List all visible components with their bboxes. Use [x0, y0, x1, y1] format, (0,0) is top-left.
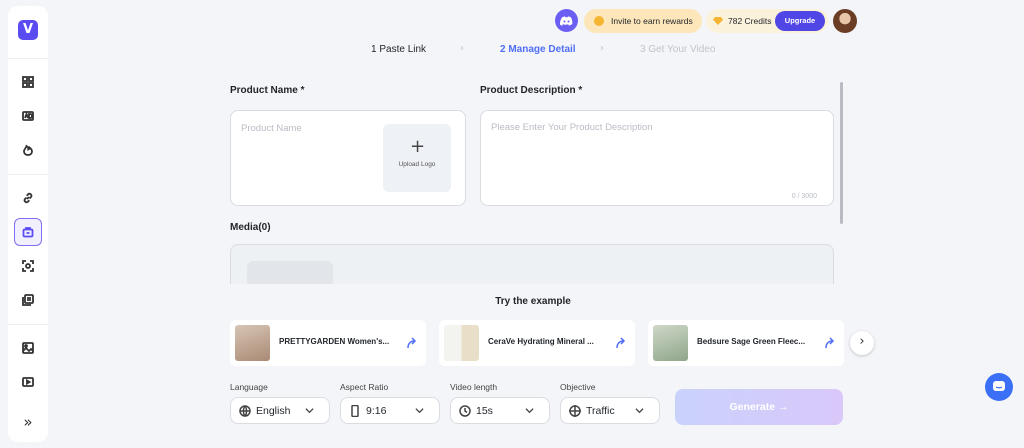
objective-value: Traffic	[586, 404, 615, 417]
sidebar-divider	[8, 58, 48, 59]
char-count: 0 / 3000	[791, 193, 817, 200]
example-card[interactable]: PRETTYGARDEN Women's...	[230, 320, 426, 366]
upload-logo-button[interactable]: + Upload Logo	[383, 124, 451, 192]
chat-icon	[993, 381, 1005, 391]
crosshair-icon	[569, 404, 581, 417]
upgrade-button[interactable]: Upgrade	[775, 11, 825, 31]
chevron-down-icon	[635, 408, 644, 414]
credits-label: 782 Credits	[728, 16, 772, 26]
generate-button[interactable]: Generate →	[675, 389, 843, 425]
generate-panel: Try the example PRETTYGARDEN Women's... …	[210, 284, 874, 448]
sidebar-item-scan[interactable]	[16, 254, 40, 278]
step-get-video: 3 Get Your Video	[640, 44, 716, 55]
product-thumbnail	[235, 325, 270, 361]
product-thumbnail	[444, 325, 479, 361]
language-select[interactable]: English	[230, 397, 330, 424]
example-name: PRETTYGARDEN Women's...	[279, 337, 390, 346]
product-name-input[interactable]: Product Name + Upload Logo	[230, 110, 466, 206]
objective-select[interactable]: Traffic	[560, 397, 660, 424]
chevron-right-icon: ›	[460, 43, 464, 54]
support-chat-button[interactable]	[985, 373, 1013, 401]
step-manage-detail[interactable]: 2 Manage Detail	[500, 44, 576, 55]
ad-icon	[22, 111, 34, 121]
media-label: Media(0)	[230, 222, 271, 233]
product-name-label: Product Name *	[230, 85, 305, 96]
upload-logo-label: Upload Logo	[398, 161, 436, 168]
user-avatar[interactable]	[833, 9, 857, 33]
plus-icon: +	[410, 136, 426, 157]
video-length-value: 15s	[476, 404, 493, 417]
scrollbar[interactable]	[840, 82, 843, 224]
product-description-textarea[interactable]: Please Enter Your Product Description 0 …	[480, 110, 834, 206]
product-description-label: Product Description *	[480, 85, 583, 96]
sidebar-item-ads[interactable]	[16, 104, 40, 128]
invite-label: Invite to earn rewards	[611, 16, 693, 26]
sidebar: V »	[8, 6, 48, 442]
objective-label: Objective	[560, 382, 596, 392]
aspect-ratio-value: 9:16	[366, 404, 387, 417]
aspect-ratio-select[interactable]: 9:16	[340, 397, 440, 424]
media-dropzone[interactable]	[230, 244, 834, 291]
smile-emoji-icon	[594, 16, 604, 26]
globe-icon	[239, 404, 251, 417]
examples-title: Try the example	[495, 296, 571, 307]
example-name: CeraVe Hydrating Mineral ...	[488, 337, 594, 346]
aspect-ratio-label: Aspect Ratio	[340, 382, 389, 392]
chevron-right-icon: ›	[600, 43, 604, 54]
sidebar-divider	[8, 174, 48, 175]
sidebar-divider	[8, 324, 48, 325]
sidebar-item-videos[interactable]	[16, 370, 40, 394]
sidebar-item-documents[interactable]	[16, 288, 40, 312]
phone-icon	[351, 404, 359, 417]
use-example-icon[interactable]	[615, 335, 627, 349]
app-logo[interactable]: V	[18, 20, 38, 40]
chevron-down-icon	[415, 408, 424, 414]
invite-rewards-button[interactable]: Invite to earn rewards	[584, 9, 702, 33]
step-paste-link[interactable]: 1 Paste Link	[371, 44, 426, 55]
product-thumbnail	[653, 325, 688, 361]
language-label: Language	[230, 382, 268, 392]
discord-button[interactable]	[555, 9, 578, 32]
video-length-label: Video length	[450, 382, 498, 392]
chevron-down-icon	[525, 408, 534, 414]
use-example-icon[interactable]	[824, 335, 836, 349]
sidebar-item-link[interactable]	[16, 186, 40, 210]
fire-icon	[23, 144, 33, 156]
use-example-icon[interactable]	[406, 335, 418, 349]
example-card[interactable]: CeraVe Hydrating Mineral ...	[439, 320, 635, 366]
language-value: English	[256, 404, 291, 417]
credits-badge: 782 Credits Upgrade	[706, 9, 828, 33]
sidebar-item-images[interactable]	[16, 336, 40, 360]
sidebar-item-product[interactable]	[14, 218, 42, 246]
image-icon	[22, 342, 34, 354]
example-card[interactable]: Bedsure Sage Green Fleec...	[648, 320, 844, 366]
sidebar-item-dashboard[interactable]	[16, 70, 40, 94]
clock-icon	[459, 404, 471, 417]
expand-sidebar-icon[interactable]: »	[16, 410, 40, 434]
link-icon	[23, 192, 33, 204]
diamond-icon	[713, 17, 723, 25]
product-description-placeholder: Please Enter Your Product Description	[491, 122, 653, 133]
scan-icon	[22, 260, 34, 272]
document-icon	[22, 294, 34, 306]
next-examples-button[interactable]: ›	[850, 331, 874, 355]
video-length-select[interactable]: 15s	[450, 397, 550, 424]
product-name-placeholder: Product Name	[241, 123, 302, 134]
grid-icon	[22, 76, 34, 88]
video-icon	[22, 377, 34, 387]
chevron-down-icon	[305, 408, 314, 414]
product-box-icon	[22, 227, 34, 238]
discord-icon	[560, 15, 573, 26]
example-name: Bedsure Sage Green Fleec...	[697, 337, 806, 346]
sidebar-item-trending[interactable]	[16, 138, 40, 162]
